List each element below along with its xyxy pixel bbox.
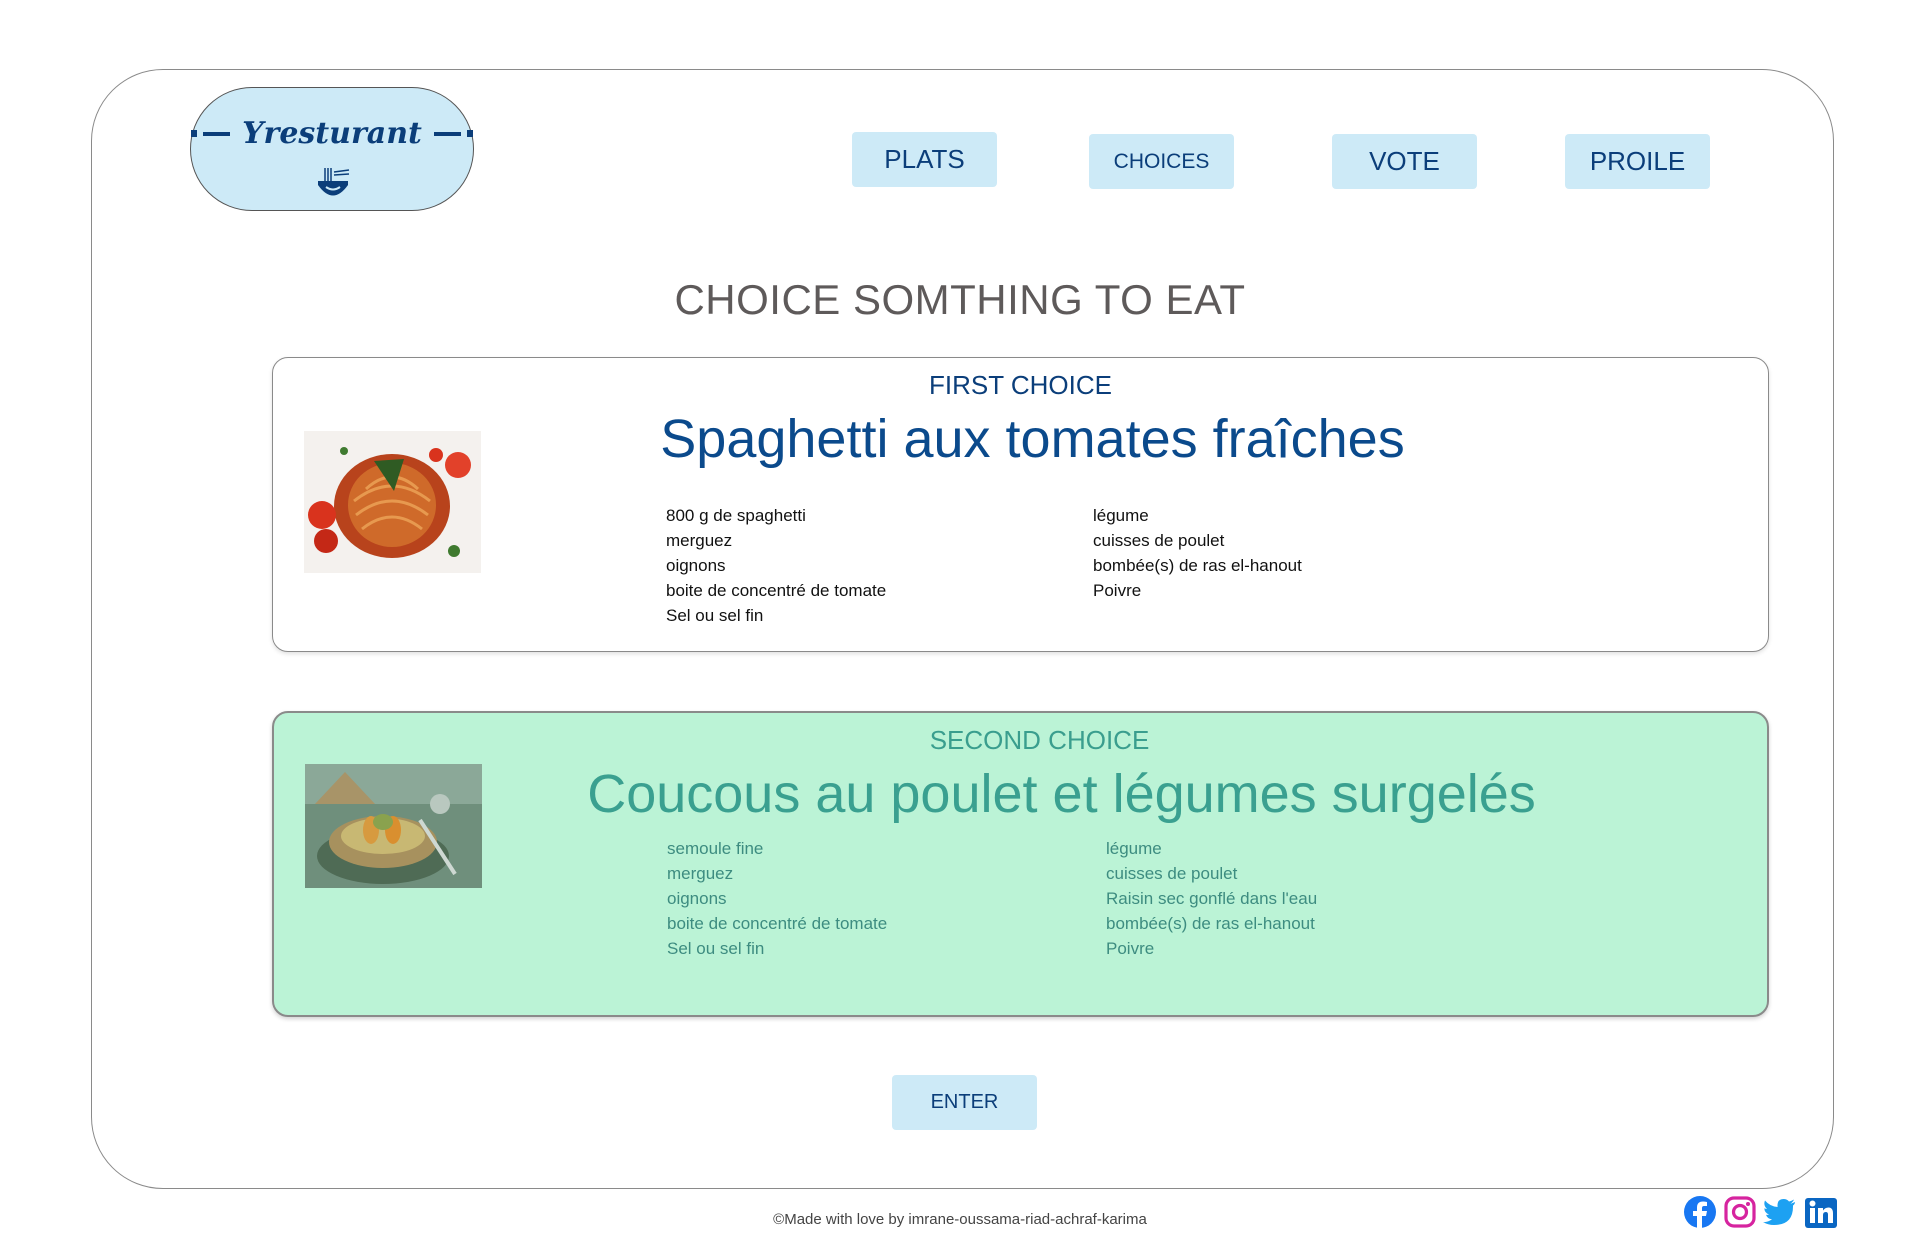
ingredient-item: bombée(s) de ras el-hanout — [1093, 556, 1302, 575]
ingredients-right: légume cuisses de poulet bombée(s) de ra… — [1093, 503, 1302, 603]
ingredient-item: Sel ou sel fin — [666, 606, 764, 625]
ingredient-item: merguez — [666, 531, 733, 550]
twitter-icon[interactable] — [1762, 1195, 1796, 1229]
ingredients-right: légume cuisses de poulet Raisin sec gonf… — [1106, 836, 1317, 961]
logo-dash — [202, 131, 231, 136]
ingredient-item: 800 g de spaghetti — [666, 506, 806, 525]
dish-title: Spaghetti aux tomates fraîches — [660, 409, 1405, 469]
ingredients-left: semoule fine merguez oignons boite de co… — [667, 836, 887, 961]
facebook-icon[interactable] — [1683, 1195, 1717, 1229]
ingredient-item: bombée(s) de ras el-hanout — [1106, 914, 1315, 933]
choice-card-first[interactable]: FIRST CHOICE Spaghetti aux tomates fraîc… — [272, 357, 1769, 652]
ingredient-item: Sel ou sel fin — [667, 939, 765, 958]
footer-credit: ©Made with love by imrane-oussama-riad-a… — [773, 1211, 1147, 1228]
ingredient-item: Poivre — [1106, 939, 1155, 958]
spaghetti-image — [304, 431, 481, 573]
ingredient-item: cuisses de poulet — [1106, 864, 1238, 883]
nav-choices-button[interactable]: CHOICES — [1089, 134, 1234, 189]
instagram-icon[interactable] — [1723, 1195, 1757, 1229]
page-title: CHOICE SOMTHING TO EAT — [674, 276, 1246, 323]
ingredient-item: oignons — [667, 889, 727, 908]
ingredient-item: boite de concentré de tomate — [666, 581, 887, 600]
ingredient-item: Raisin sec gonflé dans l'eau — [1106, 889, 1318, 908]
ingredients-left: 800 g de spaghetti merguez oignons boite… — [666, 503, 886, 628]
ingredient-item: oignons — [666, 556, 726, 575]
ingredient-item: Poivre — [1093, 581, 1142, 600]
nav-profile-button[interactable]: PROILE — [1565, 134, 1710, 189]
nav-vote-button[interactable]: VOTE — [1332, 134, 1477, 189]
noodle-bowl-icon — [318, 168, 350, 196]
logo-dash — [433, 131, 462, 136]
ingredient-item: légume — [1093, 506, 1149, 525]
brand-name: Yresturant — [242, 116, 422, 151]
dish-title: Coucous au poulet et légumes surgelés — [587, 764, 1536, 824]
couscous-image — [305, 764, 482, 888]
ingredient-item: légume — [1106, 839, 1162, 858]
ingredient-item: merguez — [667, 864, 734, 883]
choice-label: SECOND CHOICE — [929, 725, 1150, 755]
ingredient-item: semoule fine — [667, 839, 764, 858]
logo[interactable]: Yresturant — [190, 87, 474, 211]
ingredient-item: boite de concentré de tomate — [667, 914, 888, 933]
choice-card-second[interactable]: SECOND CHOICE Coucous au poulet et légum… — [272, 711, 1769, 1017]
ingredient-item: cuisses de poulet — [1093, 531, 1225, 550]
linkedin-icon[interactable] — [1804, 1195, 1838, 1229]
choice-label: FIRST CHOICE — [929, 370, 1112, 400]
enter-button[interactable]: ENTER — [892, 1075, 1037, 1130]
logo-dot — [466, 130, 473, 137]
nav-plats-button[interactable]: PLATS — [852, 132, 997, 187]
